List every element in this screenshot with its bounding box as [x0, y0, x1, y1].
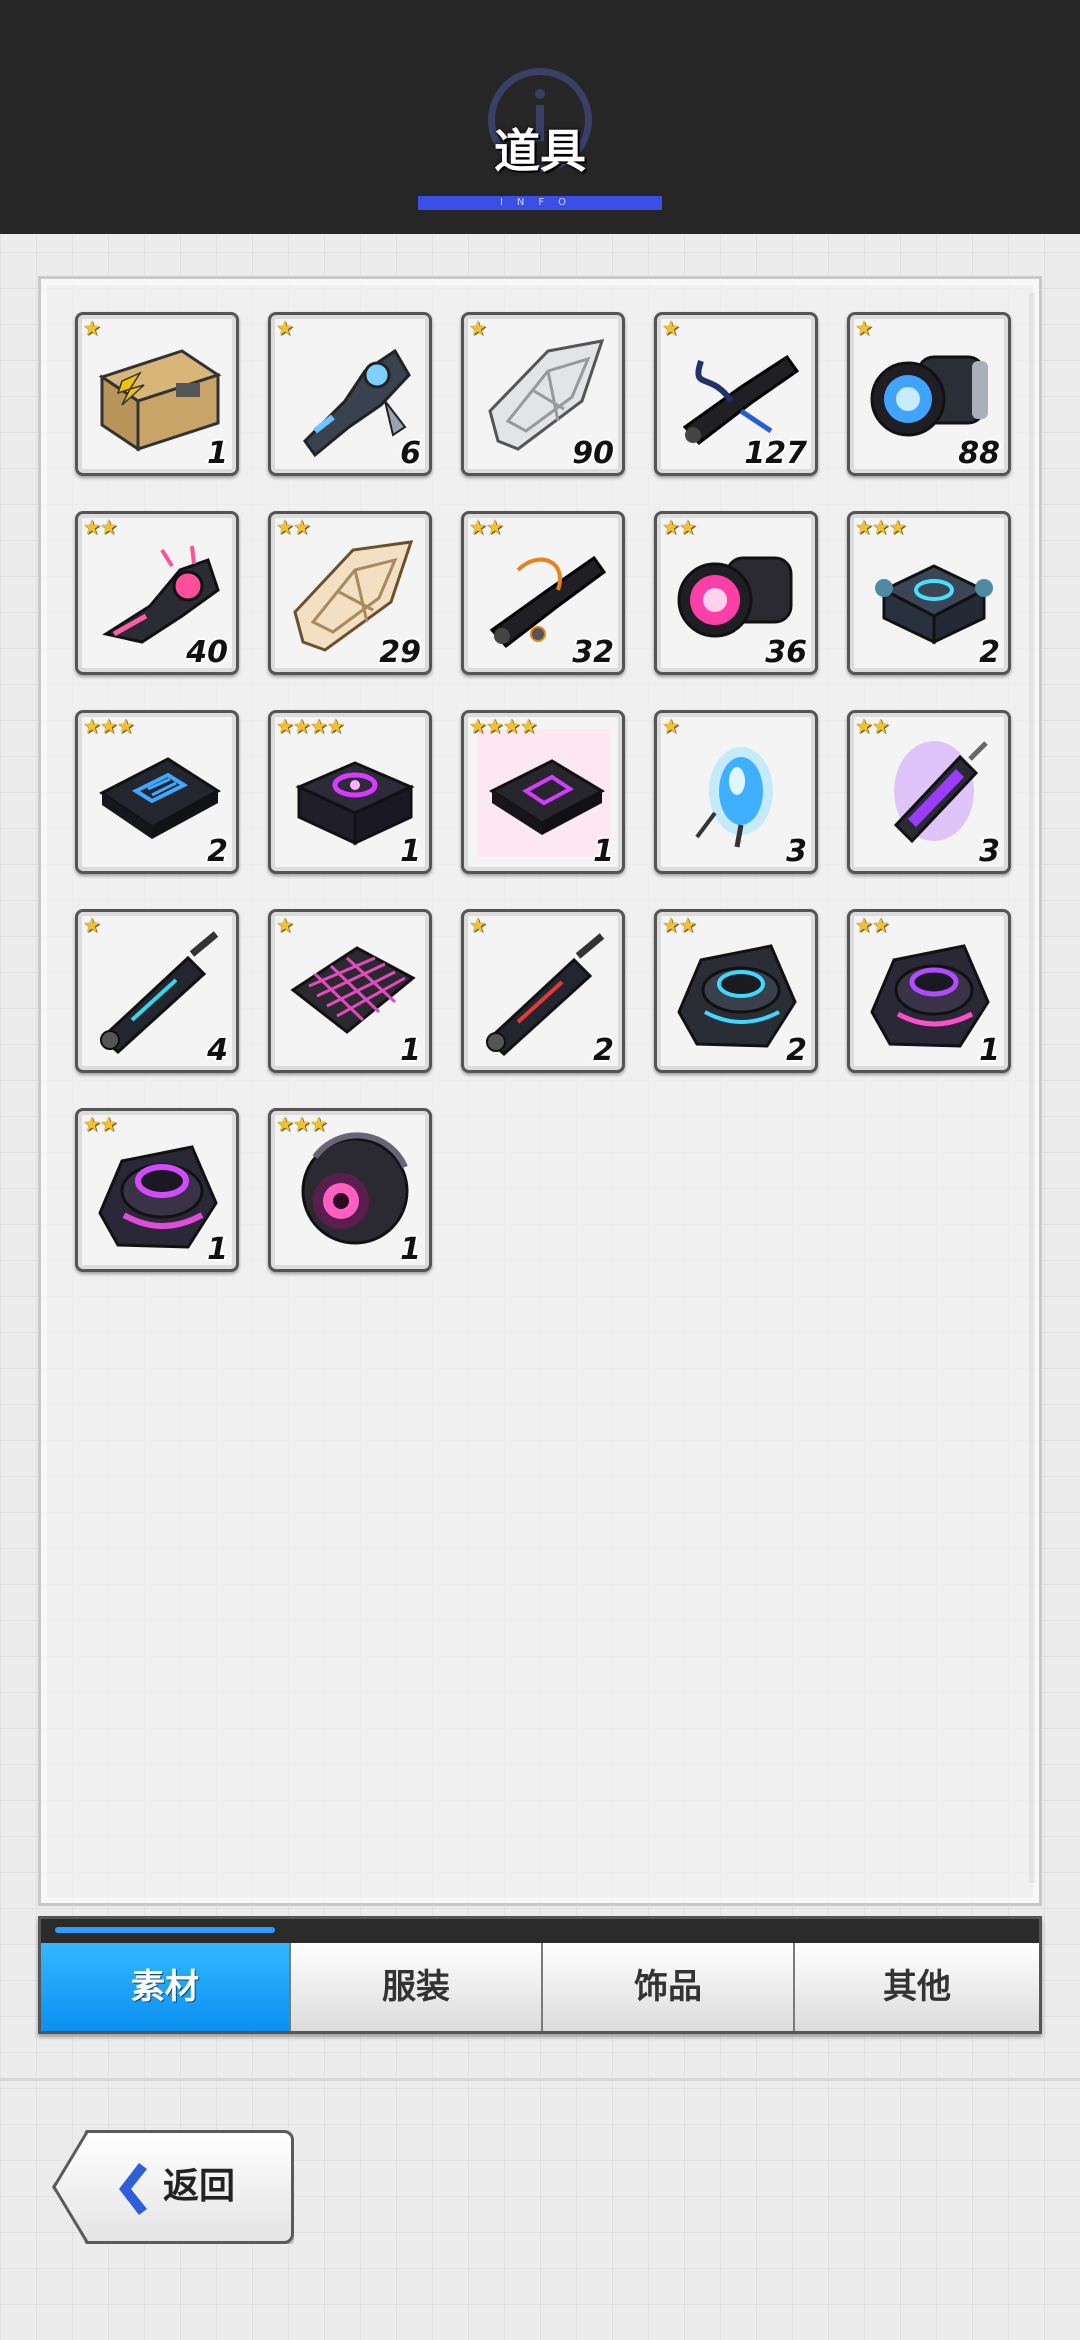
chevron-left-icon: [119, 2163, 147, 2215]
divider: [0, 2078, 1080, 2081]
item-slot[interactable]: ★★ 32: [461, 511, 625, 675]
lightning-box-icon: [98, 349, 222, 452]
rarity-stars: ★: [469, 913, 487, 937]
item-count: 36: [765, 635, 807, 670]
item-count: 2: [786, 1033, 807, 1068]
item-count: 1: [207, 1232, 228, 1267]
item-slot[interactable]: ★★ 1: [75, 1108, 239, 1272]
eye-sphere-icon: [301, 1132, 409, 1245]
item-slot[interactable]: ★★★ 1: [268, 1108, 432, 1272]
rarity-stars: ★: [83, 913, 101, 937]
scrollbar[interactable]: [1029, 293, 1035, 1883]
cyan-cylinder-icon: [99, 931, 219, 1055]
header: 道具 INFO: [0, 0, 1080, 234]
rarity-stars: ★★★: [276, 1112, 328, 1136]
item-slot[interactable]: ★ 90: [461, 312, 625, 476]
tab-accessories[interactable]: 饰品: [541, 1943, 793, 2031]
item-slot[interactable]: ★★ 29: [268, 511, 432, 675]
rarity-stars: ★: [662, 316, 680, 340]
rarity-stars: ★★★★: [469, 714, 538, 738]
rarity-stars: ★★★★: [276, 714, 345, 738]
rarity-stars: ★★★: [83, 714, 135, 738]
item-slot[interactable]: ★ 127: [654, 312, 818, 476]
item-slot[interactable]: ★★★ 2: [75, 710, 239, 874]
item-count: 1: [593, 834, 614, 869]
item-count: 40: [186, 635, 228, 670]
item-count: 6: [400, 436, 421, 471]
rarity-stars: ★★: [83, 515, 118, 539]
item-slot[interactable]: ★ 3: [654, 710, 818, 874]
purple-turbine-icon: [870, 944, 990, 1048]
item-slot[interactable]: ★ 1: [75, 312, 239, 476]
rarity-stars: ★★: [662, 515, 697, 539]
item-slot[interactable]: ★★ 2: [654, 909, 818, 1073]
item-count: 1: [400, 1033, 421, 1068]
item-count: 1: [400, 1232, 421, 1267]
item-count: 2: [593, 1033, 614, 1068]
item-slot[interactable]: ★★ 36: [654, 511, 818, 675]
rarity-stars: ★: [855, 316, 873, 340]
header-info-bar: INFO: [418, 196, 662, 210]
item-slot[interactable]: ★★★★ 1: [461, 710, 625, 874]
item-count: 3: [786, 834, 807, 869]
item-grid-panel[interactable]: ★ 1 ★ 6 ★ 90 ★ 127 ★ 88 ★★ 40 ★★ 29 ★★ 32 ★★ 36 ★★★ 2 ★★★ 2 ★★…: [38, 276, 1042, 1906]
item-count: 127: [744, 436, 807, 471]
back-label: 返回: [163, 2166, 236, 2207]
item-count: 88: [958, 436, 1000, 471]
item-slot[interactable]: ★ 1: [268, 909, 432, 1073]
pink-mesh-icon: [290, 946, 416, 1034]
rarity-stars: ★★★: [855, 515, 907, 539]
page-title: 道具: [494, 124, 586, 178]
item-slot[interactable]: ★★★ 2: [847, 511, 1011, 675]
item-slot[interactable]: ★ 2: [461, 909, 625, 1073]
tab-materials[interactable]: 素材: [41, 1943, 289, 2031]
rarity-stars: ★: [662, 714, 680, 738]
rarity-stars: ★★: [662, 913, 697, 937]
item-count: 32: [572, 635, 614, 670]
item-count: 2: [979, 635, 1000, 670]
category-tab-bar: 素材 服装 饰品 其他: [38, 1916, 1042, 2034]
magenta-turbine-icon: [98, 1145, 218, 1249]
item-slot[interactable]: ★★ 1: [847, 909, 1011, 1073]
item-slot[interactable]: ★★★★ 1: [268, 710, 432, 874]
item-count: 3: [979, 834, 1000, 869]
rarity-stars: ★★: [83, 1112, 118, 1136]
red-cylinder-icon: [485, 933, 605, 1056]
item-count: 1: [207, 436, 228, 471]
rarity-stars: ★★: [855, 714, 890, 738]
rarity-stars: ★: [469, 316, 487, 340]
cyan-turbine-icon: [677, 944, 797, 1048]
cyan-core-module-icon: [875, 564, 993, 645]
rarity-stars: ★★: [855, 913, 890, 937]
blue-crystal-icon: [695, 747, 773, 848]
purple-crystal-icon: [893, 741, 988, 844]
rarity-stars: ★: [83, 316, 101, 340]
pink-chip-icon: [478, 729, 610, 857]
item-slot[interactable]: ★ 4: [75, 909, 239, 1073]
item-slot[interactable]: ★ 6: [268, 312, 432, 476]
rarity-stars: ★: [276, 913, 294, 937]
item-count: 2: [207, 834, 228, 869]
item-count: 90: [572, 436, 614, 471]
item-count: 1: [400, 834, 421, 869]
tab-other[interactable]: 其他: [793, 1943, 1039, 2031]
purple-core-module-icon: [295, 761, 415, 846]
rarity-stars: ★★: [469, 515, 504, 539]
rarity-stars: ★★: [276, 515, 311, 539]
item-count: 4: [207, 1033, 228, 1068]
item-count: 29: [379, 635, 421, 670]
tab-indicator: [55, 1927, 275, 1933]
item-slot[interactable]: ★★ 40: [75, 511, 239, 675]
item-slot[interactable]: ★ 88: [847, 312, 1011, 476]
tab-costume[interactable]: 服装: [289, 1943, 541, 2031]
blue-chip-icon: [99, 757, 221, 839]
mech-arm-blue-icon: [303, 348, 411, 458]
rarity-stars: ★: [276, 316, 294, 340]
item-slot[interactable]: ★★ 3: [847, 710, 1011, 874]
back-button-edge: [52, 2131, 89, 2243]
item-count: 1: [979, 1033, 1000, 1068]
